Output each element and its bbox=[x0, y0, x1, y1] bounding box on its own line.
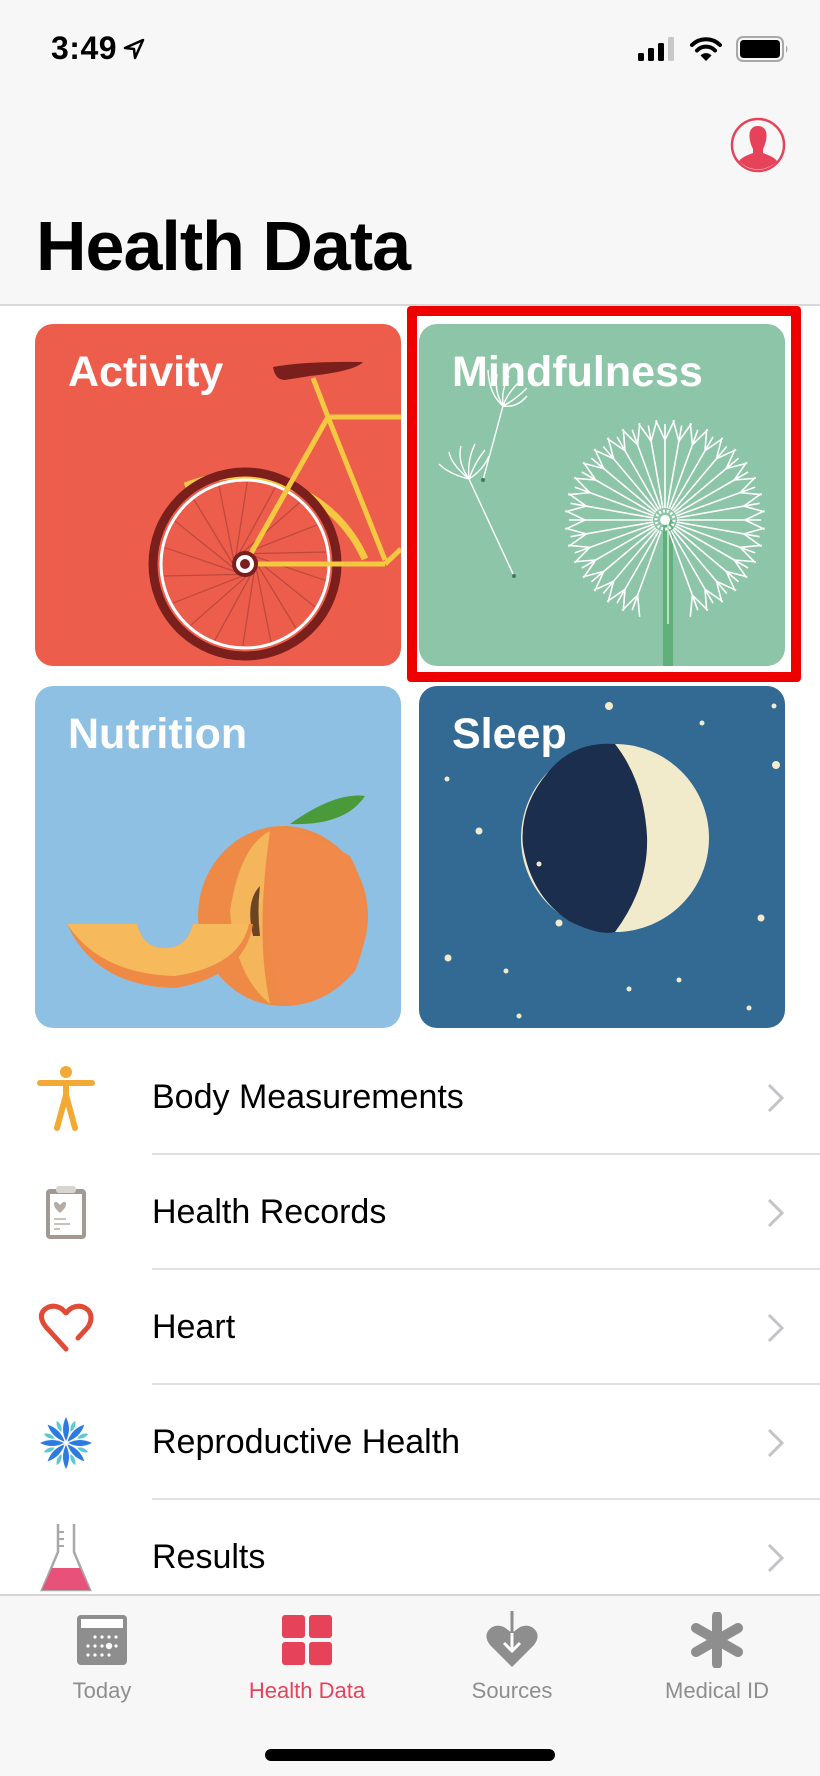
wifi-icon bbox=[690, 37, 722, 61]
star-6 bbox=[536, 861, 542, 867]
tab-label: Medical ID bbox=[665, 1678, 769, 1703]
star-1 bbox=[771, 703, 777, 709]
star-3 bbox=[772, 761, 780, 769]
grid-icon bbox=[277, 1610, 337, 1670]
list-item-body-measurements[interactable]: Body Measurements bbox=[0, 1040, 820, 1155]
star-10 bbox=[503, 968, 509, 974]
star-0 bbox=[605, 702, 613, 710]
profile-button[interactable] bbox=[730, 117, 786, 173]
list-item-label: Body Measurements bbox=[152, 1078, 464, 1116]
status-icons bbox=[638, 36, 790, 62]
status-time: 3:49 bbox=[51, 30, 145, 67]
list-item-health-records[interactable]: Health Records bbox=[0, 1155, 820, 1270]
tile-label: Nutrition bbox=[68, 710, 248, 758]
star-11 bbox=[676, 977, 682, 983]
list-item-heart[interactable]: Heart bbox=[0, 1270, 820, 1385]
tab-label: Health Data bbox=[248, 1678, 366, 1703]
navigation-header: 3:49 Health Data bbox=[0, 0, 820, 306]
list-item-label: Results bbox=[152, 1538, 266, 1576]
list-item-reproductive-health[interactable]: Reproductive Health bbox=[0, 1385, 820, 1500]
chevron-right-icon bbox=[767, 1428, 785, 1457]
tab-label: Sources bbox=[471, 1678, 553, 1703]
star-7 bbox=[757, 914, 765, 922]
star-12 bbox=[626, 986, 632, 992]
profile-icon bbox=[730, 117, 786, 173]
tab-label: Today bbox=[72, 1678, 132, 1703]
tile-sleep[interactable]: Sleep bbox=[419, 686, 785, 1028]
tab-health-data[interactable]: Health Data bbox=[227, 1610, 387, 1710]
page-title: Health Data bbox=[36, 207, 411, 285]
chevron-right-icon bbox=[767, 1198, 785, 1227]
list-item-label: Reproductive Health bbox=[152, 1423, 461, 1461]
location-arrow-icon bbox=[123, 38, 145, 59]
clock-text: 3:49 bbox=[51, 30, 118, 66]
clipboard-icon bbox=[36, 1178, 96, 1248]
calendar-icon bbox=[72, 1610, 132, 1670]
star-2 bbox=[699, 720, 705, 726]
tile-mindfulness[interactable]: Mindfulness bbox=[419, 324, 785, 666]
star-4 bbox=[444, 776, 450, 782]
star-13 bbox=[746, 1005, 752, 1011]
flask-icon bbox=[36, 1522, 96, 1594]
star-8 bbox=[555, 919, 563, 927]
tile-label: Mindfulness bbox=[452, 348, 703, 396]
list-item-label: Health Records bbox=[152, 1193, 387, 1231]
tile-nutrition[interactable]: Nutrition bbox=[35, 686, 401, 1028]
tab-bar: Today Health Data Sources Medical ID bbox=[0, 1594, 820, 1776]
tile-label: Sleep bbox=[452, 710, 567, 758]
tile-activity[interactable]: Activity bbox=[35, 324, 401, 666]
tab-sources[interactable]: Sources bbox=[432, 1610, 592, 1710]
body-figure-icon bbox=[36, 1063, 96, 1133]
star-14 bbox=[516, 1013, 522, 1019]
heart-download-icon bbox=[482, 1610, 542, 1670]
chevron-right-icon bbox=[767, 1313, 785, 1342]
flower-icon bbox=[36, 1408, 96, 1478]
category-list: Body Measurements Health Records Heart R… bbox=[0, 1040, 820, 1615]
battery-icon bbox=[736, 36, 788, 62]
tile-label: Activity bbox=[68, 348, 224, 396]
tab-medical-id[interactable]: Medical ID bbox=[637, 1610, 797, 1710]
star-5 bbox=[475, 827, 483, 835]
chevron-right-icon bbox=[767, 1083, 785, 1112]
star-9 bbox=[444, 954, 452, 962]
list-item-label: Heart bbox=[152, 1308, 236, 1346]
chevron-right-icon bbox=[767, 1543, 785, 1572]
asterisk-icon bbox=[687, 1610, 747, 1670]
heart-icon bbox=[36, 1293, 96, 1363]
home-indicator[interactable] bbox=[265, 1749, 555, 1761]
tab-today[interactable]: Today bbox=[22, 1610, 182, 1710]
cellular-signal-icon bbox=[638, 37, 674, 61]
